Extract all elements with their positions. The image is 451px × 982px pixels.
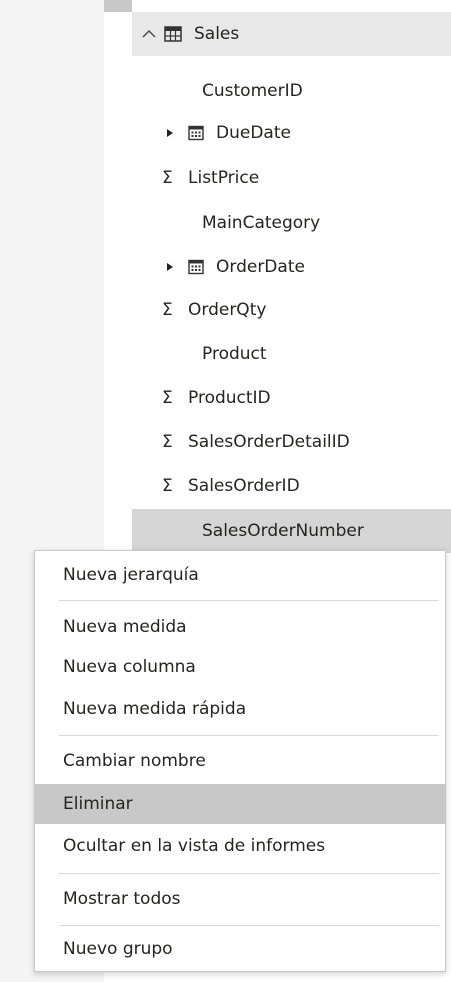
field-label: DueDate <box>216 123 291 143</box>
field-row-salesorderid[interactable]: Σ SalesOrderID <box>132 465 451 507</box>
calendar-icon <box>188 259 204 275</box>
sigma-icon: Σ <box>162 476 173 496</box>
menu-separator <box>59 600 439 601</box>
menu-item-mostrar-todos[interactable]: Mostrar todos <box>35 879 445 919</box>
table-header-sales[interactable]: Sales <box>132 12 451 56</box>
menu-item-nueva-medida-rapida[interactable]: Nueva medida rápida <box>35 689 445 729</box>
field-label: SalesOrderDetailID <box>188 432 350 452</box>
field-row-salesorderdetailid[interactable]: Σ SalesOrderDetailID <box>132 421 451 463</box>
field-label: MainCategory <box>202 213 321 233</box>
field-label: OrderDate <box>216 257 305 277</box>
menu-separator <box>59 735 439 736</box>
chevron-up-icon[interactable] <box>142 27 156 41</box>
table-grid-icon <box>164 26 182 42</box>
menu-item-cambiar-nombre[interactable]: Cambiar nombre <box>35 741 445 781</box>
field-row-maincategory[interactable]: MainCategory <box>132 202 451 244</box>
menu-item-eliminar[interactable]: Eliminar <box>35 784 445 824</box>
calendar-icon <box>188 125 204 141</box>
sigma-icon: Σ <box>162 300 173 320</box>
field-label: SalesOrderNumber <box>202 521 364 541</box>
expand-arrow-icon[interactable] <box>166 262 178 272</box>
field-label: ListPrice <box>188 168 260 188</box>
table-name: Sales <box>194 24 240 44</box>
field-label: CustomerID <box>202 81 303 101</box>
field-row-orderdate[interactable]: OrderDate <box>132 246 451 288</box>
field-row-listprice[interactable]: Σ ListPrice <box>132 157 451 199</box>
sigma-icon: Σ <box>162 168 173 188</box>
field-label: OrderQty <box>188 300 267 320</box>
field-row-orderqty[interactable]: Σ OrderQty <box>132 289 451 331</box>
menu-item-nuevo-grupo[interactable]: Nuevo grupo <box>35 929 445 969</box>
field-row-product[interactable]: Product <box>132 333 451 375</box>
menu-item-nueva-jerarquia[interactable]: Nueva jerarquía <box>35 555 445 595</box>
field-label: SalesOrderID <box>188 476 300 496</box>
menu-item-nueva-columna[interactable]: Nueva columna <box>35 647 445 687</box>
field-label: Product <box>202 344 267 364</box>
field-row-duedate[interactable]: DueDate <box>132 112 451 154</box>
app-window: Sales CustomerID DueDate Σ ListPrice Mai… <box>0 0 451 982</box>
menu-item-nueva-medida[interactable]: Nueva medida <box>35 607 445 647</box>
menu-separator <box>59 925 439 926</box>
field-row-customerid[interactable]: CustomerID <box>132 70 451 112</box>
pane-top-accent <box>104 0 132 12</box>
context-menu: Nueva jerarquía Nueva medida Nueva colum… <box>34 550 446 972</box>
field-row-productid[interactable]: Σ ProductID <box>132 377 451 419</box>
sigma-icon: Σ <box>162 388 173 408</box>
expand-arrow-icon[interactable] <box>166 128 178 138</box>
field-row-salesordernumber[interactable]: SalesOrderNumber <box>132 509 451 553</box>
field-label: ProductID <box>188 388 271 408</box>
menu-separator <box>59 873 439 874</box>
sigma-icon: Σ <box>162 432 173 452</box>
menu-item-ocultar-en-vista[interactable]: Ocultar en la vista de informes <box>35 826 445 866</box>
